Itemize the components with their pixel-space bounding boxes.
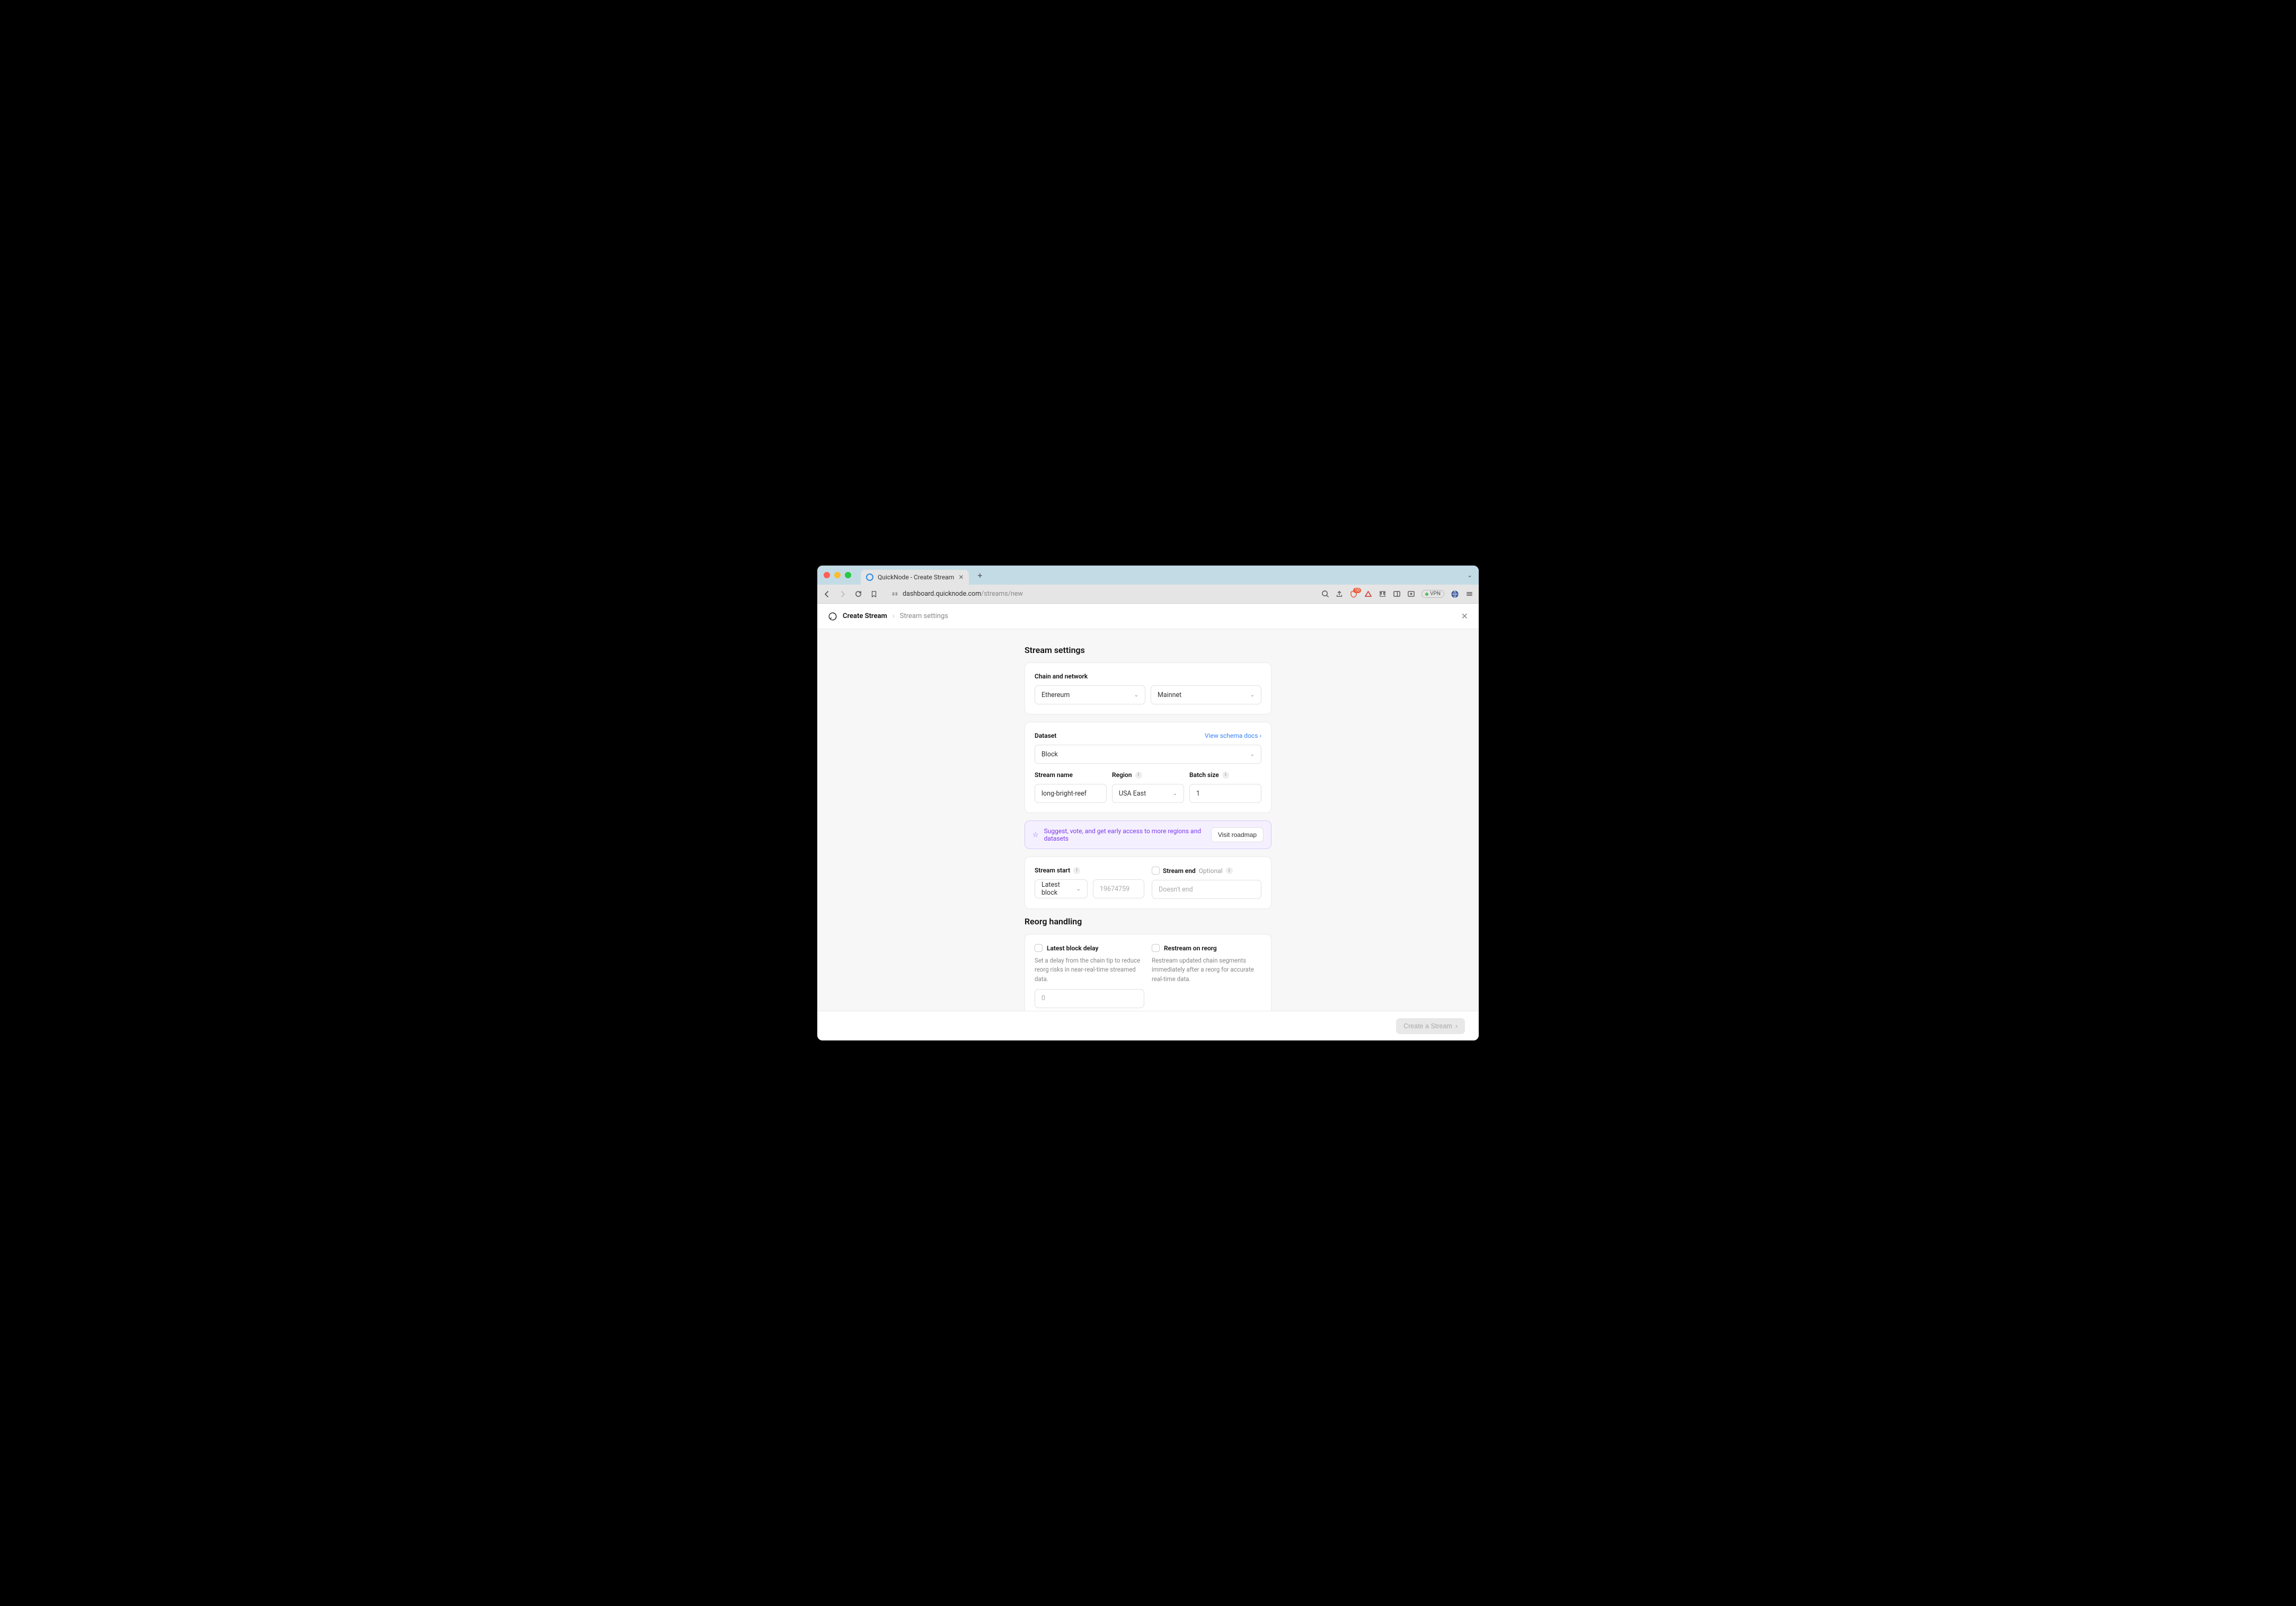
chevron-right-icon: ›: [1259, 732, 1261, 739]
zoom-icon[interactable]: [1321, 590, 1329, 598]
dataset-card: Dataset View schema docs › Block ⌄ Strea…: [1025, 722, 1271, 813]
latest-block-delay-checkbox[interactable]: [1035, 944, 1043, 952]
banner-text: Suggest, vote, and get early access to m…: [1044, 827, 1206, 842]
vpn-status-dot: [1425, 593, 1428, 596]
dataset-select[interactable]: Block ⌄: [1035, 745, 1261, 764]
breadcrumb-sub: Stream settings: [900, 612, 948, 620]
restream-on-reorg-label: Restream on reorg: [1164, 945, 1217, 952]
breadcrumb: Create Stream › Stream settings: [843, 612, 948, 620]
browser-window: QuickNode - Create Stream ✕ + ⌄ dashboar…: [817, 566, 1479, 1040]
new-tab-button[interactable]: +: [974, 569, 985, 581]
network-value: Mainnet: [1158, 691, 1181, 699]
share-icon[interactable]: [1336, 590, 1343, 598]
create-stream-button[interactable]: Create a Stream ›: [1396, 1018, 1465, 1034]
chevron-down-icon: ⌄: [1076, 886, 1081, 892]
vpn-label: VPN: [1430, 591, 1441, 597]
restream-on-reorg-checkbox[interactable]: [1152, 944, 1160, 952]
info-icon[interactable]: i: [1073, 867, 1080, 874]
stream-start-input[interactable]: [1093, 879, 1144, 898]
network-select[interactable]: Mainnet ⌄: [1151, 685, 1261, 704]
breadcrumb-main: Create Stream: [843, 612, 887, 620]
reload-button[interactable]: [854, 590, 865, 598]
chevron-down-icon: ⌄: [1134, 692, 1138, 698]
app-header: Create Stream › Stream settings ✕: [817, 604, 1479, 629]
profile-icon[interactable]: [1451, 590, 1459, 598]
chain-network-card: Chain and network Ethereum ⌄ Mainnet ⌄: [1025, 663, 1271, 714]
region-select[interactable]: USA East ⌄: [1112, 784, 1184, 803]
visit-roadmap-button[interactable]: Visit roadmap: [1211, 827, 1264, 842]
browser-titlebar: QuickNode - Create Stream ✕ + ⌄: [817, 566, 1479, 585]
reorg-card: Latest block delay Set a delay from the …: [1025, 934, 1271, 1011]
url-text: dashboard.quicknode.com/streams/new: [903, 590, 1023, 598]
stream-name-input[interactable]: [1035, 784, 1107, 803]
stream-end-label: Stream end Optional i: [1152, 867, 1261, 875]
dataset-value: Block: [1041, 751, 1058, 758]
latest-block-delay-help: Set a delay from the chain tip to reduce…: [1035, 956, 1144, 984]
stream-start-label: Stream start i: [1035, 867, 1144, 874]
info-icon[interactable]: i: [1222, 772, 1229, 779]
toolbar-icons: 10 VPN: [1321, 590, 1473, 598]
extensions-icon[interactable]: [1379, 590, 1387, 598]
latest-block-delay-label: Latest block delay: [1047, 945, 1098, 952]
chevron-down-icon: ⌄: [1250, 692, 1255, 698]
region-label: Region i: [1112, 771, 1184, 779]
chevron-right-icon: ›: [1455, 1022, 1458, 1030]
chain-value: Ethereum: [1041, 691, 1070, 699]
tab-favicon: [866, 573, 873, 581]
stream-name-label: Stream name: [1035, 771, 1107, 779]
bookmark-icon[interactable]: [870, 590, 881, 598]
stream-range-card: Stream start i Latest block ⌄: [1025, 857, 1271, 909]
vpn-indicator[interactable]: VPN: [1421, 590, 1444, 598]
extension-badge-count: 10: [1353, 588, 1361, 593]
traffic-lights: [824, 572, 851, 578]
batch-size-input[interactable]: [1189, 784, 1261, 803]
roadmap-banner: ☆ Suggest, vote, and get early access to…: [1025, 820, 1271, 849]
forward-button[interactable]: [838, 590, 849, 598]
menu-icon[interactable]: [1465, 590, 1473, 598]
latest-block-delay-input[interactable]: [1035, 989, 1144, 1008]
minimize-window-button[interactable]: [834, 572, 841, 578]
region-value: USA East: [1119, 790, 1146, 798]
tab-title: QuickNode - Create Stream: [878, 573, 954, 581]
site-settings-icon[interactable]: [891, 590, 898, 597]
chevron-down-icon: ⌄: [1250, 752, 1255, 757]
panel-icon[interactable]: [1393, 590, 1401, 598]
star-icon: ☆: [1032, 831, 1039, 839]
batch-size-label: Batch size i: [1189, 771, 1261, 779]
browser-tab[interactable]: QuickNode - Create Stream ✕: [861, 570, 969, 585]
stream-end-checkbox[interactable]: [1152, 867, 1160, 875]
section-title-reorg: Reorg handling: [1025, 916, 1271, 926]
breadcrumb-separator: ›: [893, 612, 895, 620]
chevron-down-icon[interactable]: ⌄: [1467, 571, 1472, 579]
info-icon[interactable]: i: [1135, 772, 1142, 779]
content-area: Stream settings Chain and network Ethere…: [817, 629, 1479, 1011]
extension-triangle-icon[interactable]: [1364, 590, 1372, 598]
chain-network-label: Chain and network: [1035, 673, 1261, 680]
browser-toolbar: dashboard.quicknode.com/streams/new 10: [817, 585, 1479, 604]
back-button[interactable]: [823, 590, 833, 598]
info-icon[interactable]: i: [1226, 867, 1233, 874]
chain-select[interactable]: Ethereum ⌄: [1035, 685, 1145, 704]
extension-shield-icon[interactable]: 10: [1349, 590, 1358, 598]
chevron-down-icon: ⌄: [1173, 791, 1177, 797]
stream-start-select[interactable]: Latest block ⌄: [1035, 879, 1088, 898]
stream-start-select-value: Latest block: [1041, 881, 1076, 897]
url-bar[interactable]: dashboard.quicknode.com/streams/new: [886, 588, 1316, 600]
schema-docs-link[interactable]: View schema docs ›: [1205, 732, 1261, 739]
close-window-button[interactable]: [824, 572, 830, 578]
footer: Create a Stream ›: [817, 1011, 1479, 1040]
new-window-icon[interactable]: [1407, 590, 1415, 598]
dataset-label: Dataset: [1035, 732, 1056, 739]
tab-close-button[interactable]: ✕: [958, 573, 964, 581]
app-logo: [828, 612, 837, 621]
restream-on-reorg-help: Restream updated chain segments immediat…: [1152, 956, 1261, 984]
section-title-stream-settings: Stream settings: [1025, 645, 1271, 655]
maximize-window-button[interactable]: [845, 572, 851, 578]
close-page-button[interactable]: ✕: [1461, 611, 1468, 621]
stream-end-input[interactable]: [1152, 880, 1261, 899]
